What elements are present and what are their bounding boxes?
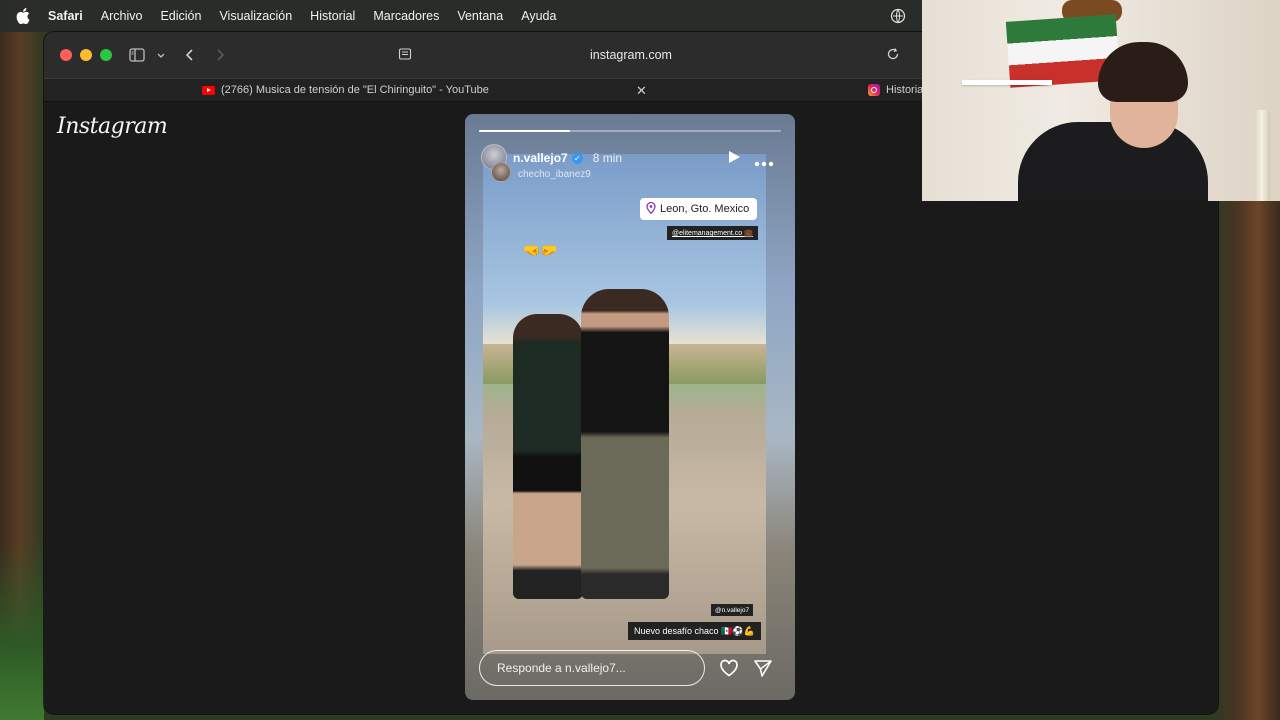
back-icon[interactable] — [181, 46, 199, 64]
location-text: Leon, Gto. Mexico — [660, 203, 750, 215]
window-controls — [60, 49, 112, 61]
forward-icon[interactable] — [211, 46, 229, 64]
play-icon[interactable] — [727, 150, 741, 164]
story-time: 8 min — [592, 151, 623, 165]
instagram-icon — [868, 84, 880, 96]
webcam-hair — [1098, 42, 1188, 102]
heart-icon[interactable] — [719, 658, 739, 678]
tab-youtube[interactable]: (2766) Musica de tensión de "El Chiringu… — [202, 84, 489, 96]
youtube-icon — [202, 85, 215, 95]
tab-instagram[interactable]: Historia — [868, 84, 923, 96]
instagram-logo[interactable]: Instagram — [57, 114, 168, 139]
menu-marcadores[interactable]: Marcadores — [373, 9, 439, 23]
location-pin-icon — [646, 201, 656, 217]
mention-sticker-top[interactable]: @elitemanagement.co 💼 — [667, 226, 758, 240]
tab-youtube-title: (2766) Musica de tensión de "El Chiringu… — [221, 84, 489, 96]
address-bar[interactable]: instagram.com — [394, 42, 899, 68]
webcam-bottle — [1254, 110, 1270, 201]
close-window-button[interactable] — [60, 49, 72, 61]
zoom-window-button[interactable] — [100, 49, 112, 61]
menu-historial[interactable]: Historial — [310, 9, 355, 23]
verified-badge-icon: ✓ — [571, 152, 583, 164]
menu-visualizacion[interactable]: Visualización — [219, 9, 292, 23]
story-collaborator[interactable]: checho_ibanez9 — [518, 169, 591, 180]
apple-icon[interactable] — [16, 8, 32, 24]
menu-ventana[interactable]: Ventana — [457, 9, 503, 23]
webcam-shirt — [1018, 122, 1208, 201]
story-viewer[interactable]: n.vallejo7 ✓ 8 min checho_ibanez9 Leon, … — [465, 114, 795, 700]
menu-edicion[interactable]: Edición — [160, 9, 201, 23]
chevron-down-icon[interactable] — [152, 46, 170, 64]
sidebar-toggle-icon[interactable] — [128, 46, 146, 64]
photo-person-right — [581, 289, 669, 599]
reload-icon[interactable] — [886, 47, 900, 61]
story-progress-bar — [479, 130, 781, 132]
send-icon[interactable] — [753, 658, 773, 678]
tab-instagram-title: Historia — [886, 84, 924, 96]
webcam-person — [1018, 22, 1208, 201]
close-tab-icon[interactable]: ✕ — [636, 83, 647, 99]
menu-safari[interactable]: Safari — [48, 9, 83, 23]
story-caption: Nuevo desafío chaco 🇲🇽⚽💪 — [628, 622, 761, 640]
minimize-window-button[interactable] — [80, 49, 92, 61]
photo-person-left — [513, 314, 583, 599]
reply-input[interactable] — [479, 650, 705, 686]
page-menu-icon[interactable] — [398, 47, 412, 61]
more-options-icon[interactable] — [754, 154, 774, 167]
location-sticker[interactable]: Leon, Gto. Mexico — [640, 198, 758, 220]
story-author[interactable]: n.vallejo7 ✓ 8 min — [513, 151, 622, 165]
status-menu-icon[interactable] — [890, 8, 906, 24]
mention-sticker-bottom[interactable]: @n.vallejo7 — [711, 604, 754, 616]
webcam-overlay — [922, 0, 1280, 201]
wallpaper-foliage — [0, 540, 44, 720]
menu-archivo[interactable]: Archivo — [101, 9, 143, 23]
story-progress-fill — [479, 130, 570, 132]
story-username[interactable]: n.vallejo7 — [513, 151, 568, 165]
fist-bump-emoji: 🤜🤛 — [523, 242, 558, 258]
collaborator-avatar[interactable] — [491, 162, 511, 182]
menu-ayuda[interactable]: Ayuda — [521, 9, 556, 23]
url-text: instagram.com — [590, 48, 672, 62]
